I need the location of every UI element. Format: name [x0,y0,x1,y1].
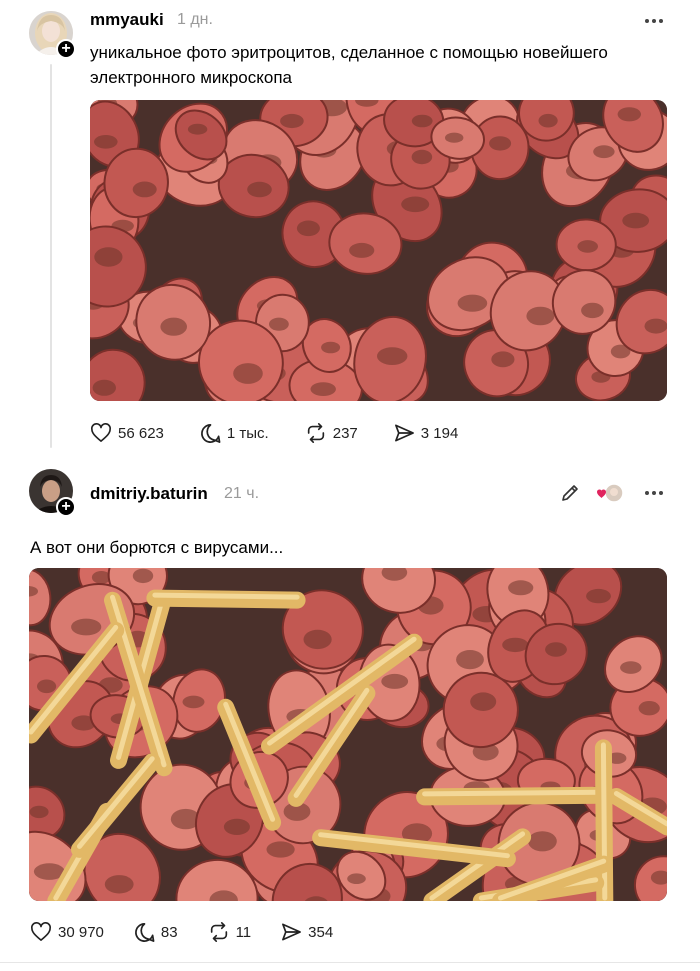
follow-plus-icon[interactable]: + [56,39,76,59]
sear-mark [381,673,409,689]
repost-count: 11 [235,923,252,941]
sear-mark [411,149,433,165]
sear-mark [349,242,375,258]
post-image[interactable] [29,568,667,901]
sear-mark [132,181,157,198]
sear-mark [502,637,529,653]
reply-button[interactable]: 1 тыс. [200,423,269,444]
sear-mark [622,212,650,229]
sear-mark [586,588,611,604]
heart-icon [31,922,51,941]
liked-by-avatar[interactable] [594,483,624,503]
pencil-icon[interactable] [560,483,580,503]
repost-icon [210,922,227,942]
french-fry-highlight [600,742,608,901]
share-count: 354 [308,923,334,941]
sear-mark [538,113,558,128]
post-time: 1 дн. [177,11,213,28]
sear-mark [593,145,615,159]
sear-mark [132,568,154,584]
sear-mark [347,873,366,884]
sear-mark [233,363,263,384]
sear-mark [401,196,430,213]
sear-mark [104,875,134,894]
sear-mark [321,341,341,354]
share-icon [282,923,302,941]
sear-mark [29,805,49,819]
sear-mark [296,220,320,237]
like-count: 30 970 [58,923,104,941]
like-count: 56 623 [118,424,164,442]
post-actions: 56 623 1 тыс. 237 3 194 [90,422,458,444]
threads-feed: + mmyauki 1 дн. уникальное фото эритроци… [0,0,700,971]
sear-mark [545,642,567,657]
share-button[interactable]: 3 194 [394,423,459,443]
sear-mark [71,618,102,636]
sear-mark [457,294,488,312]
sear-mark [160,317,187,336]
share-count: 3 194 [420,424,459,442]
share-button[interactable]: 354 [281,922,333,942]
thread-line [50,64,52,448]
sear-mark [491,351,515,368]
sear-mark [644,318,667,334]
sear-mark [303,629,332,650]
sear-mark [508,580,534,596]
sear-mark [445,132,464,143]
sear-mark [266,841,295,858]
reply-button[interactable]: 83 [134,922,178,943]
sear-mark [470,692,497,711]
more-icon[interactable] [645,483,663,503]
sear-mark [310,382,336,396]
sear-mark [223,818,250,835]
sear-mark [617,107,641,122]
like-button[interactable]: 56 623 [90,423,164,443]
sear-mark [280,113,304,129]
follow-plus-icon[interactable]: + [56,497,76,517]
repost-button[interactable]: 11 [208,921,252,943]
post-time: 21 ч. [224,485,260,502]
sear-mark [526,306,555,326]
sear-mark [92,379,116,396]
sear-mark [456,650,484,670]
repost-button[interactable]: 237 [305,422,358,444]
divider [0,962,700,963]
french-fry-highlight [422,789,603,797]
post-text: уникальное фото эритроцитов, сделанное с… [90,43,608,87]
share-icon [394,424,414,442]
post-actions: 30 970 83 11 354 [30,921,333,943]
username[interactable]: dmitriy.baturin [90,484,208,504]
repost-icon [307,423,324,443]
reply-count: 83 [160,923,178,941]
more-icon[interactable] [645,11,663,31]
sear-mark [638,701,660,716]
sear-mark [411,114,433,128]
sear-mark [620,661,642,674]
sear-mark [528,831,557,852]
sear-mark [489,136,512,151]
sear-mark [94,247,123,267]
french-fry-highlight [152,592,300,600]
sear-mark [182,695,205,709]
sear-mark [577,240,598,253]
sear-mark [377,347,408,365]
sear-mark [37,679,57,694]
post-image[interactable] [90,100,667,401]
reply-count: 1 тыс. [226,424,269,442]
sear-mark [187,123,208,135]
sear-mark [269,317,289,331]
sear-mark [247,181,272,198]
comment-icon [134,922,155,942]
username[interactable]: mmyauki [90,10,164,30]
like-button[interactable]: 30 970 [30,922,104,942]
comment-icon [200,423,221,443]
post-text: А вот они борются с вирусами... [30,538,284,557]
sear-mark [94,135,118,149]
sear-mark [581,302,604,319]
heart-icon [91,423,111,442]
repost-count: 237 [332,424,358,442]
